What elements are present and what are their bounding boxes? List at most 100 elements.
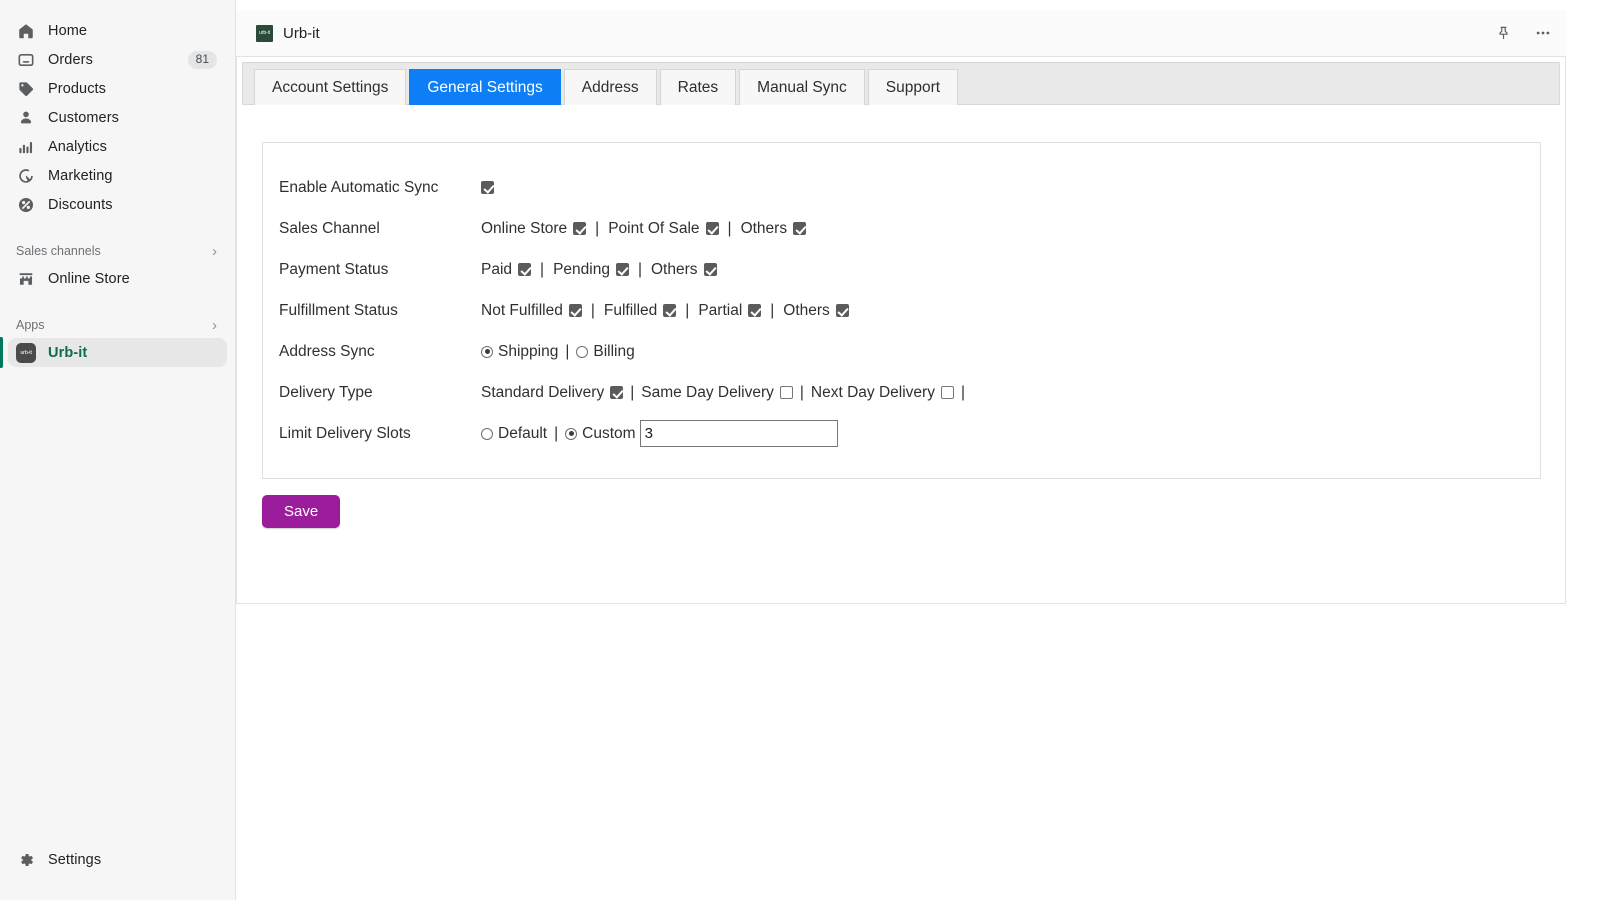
more-horizontal-icon[interactable] <box>1534 24 1552 42</box>
option-standard-delivery: Standard Delivery <box>481 384 623 402</box>
analytics-bars-icon <box>16 137 36 157</box>
field-label: Delivery Type <box>279 384 481 402</box>
address-sync-shipping-radio[interactable] <box>481 346 493 358</box>
orders-icon <box>16 50 36 70</box>
option-fulfilled: Fulfilled <box>604 302 676 320</box>
option-label: Fulfilled <box>604 302 657 320</box>
gear-icon <box>16 850 36 870</box>
sidebar-section-label: Sales channels <box>16 244 101 258</box>
home-icon <box>16 21 36 41</box>
nav-spacer <box>0 219 235 238</box>
save-button[interactable]: Save <box>262 495 340 528</box>
payment-status-pending-checkbox[interactable] <box>616 263 629 276</box>
option-others: Others <box>783 302 849 320</box>
separator: | <box>630 384 634 402</box>
fulfillment-others-checkbox[interactable] <box>836 304 849 317</box>
sidebar-item-label: Urb-it <box>48 345 87 361</box>
app-root: Home Orders 81 Products Customers <box>0 0 1600 900</box>
sidebar-item-label: Customers <box>48 110 119 126</box>
limit-slots-default-radio[interactable] <box>481 428 493 440</box>
tab-rates[interactable]: Rates <box>660 69 737 105</box>
field-label: Address Sync <box>279 343 481 361</box>
enable-automatic-sync-checkbox[interactable] <box>481 181 494 194</box>
field-control: Not Fulfilled | Fulfilled | Partial <box>481 302 849 320</box>
sidebar-item-customers[interactable]: Customers <box>8 103 227 132</box>
sales-channel-online-store-checkbox[interactable] <box>573 222 586 235</box>
option-label: Standard Delivery <box>481 384 604 402</box>
payment-status-others-checkbox[interactable] <box>704 263 717 276</box>
sidebar-item-marketing[interactable]: Marketing <box>8 161 227 190</box>
sales-channel-point-of-sale-checkbox[interactable] <box>706 222 719 235</box>
option-label: Billing <box>593 343 634 361</box>
option-label: Others <box>741 220 788 238</box>
option-label: Point Of Sale <box>608 220 699 238</box>
pin-icon[interactable] <box>1495 25 1512 42</box>
save-button-wrap: Save <box>237 479 1565 528</box>
option-label: Online Store <box>481 220 567 238</box>
sidebar-item-label: Analytics <box>48 139 107 155</box>
sidebar-item-analytics[interactable]: Analytics <box>8 132 227 161</box>
sidebar-item-discounts[interactable]: Discounts <box>8 190 227 219</box>
urb-it-tile-label: urb-it <box>16 343 36 363</box>
fulfillment-not-fulfilled-checkbox[interactable] <box>569 304 582 317</box>
option-label: Others <box>783 302 830 320</box>
sidebar-section-apps[interactable]: Apps › <box>8 312 227 338</box>
row-sales-channel: Sales Channel Online Store | Point Of Sa… <box>263 208 1540 249</box>
main-content: urb-it Urb-it Account Settings General S… <box>236 0 1600 900</box>
separator: | <box>565 343 569 361</box>
option-partial: Partial <box>698 302 761 320</box>
option-billing: Billing <box>576 343 634 361</box>
fulfillment-partial-checkbox[interactable] <box>748 304 761 317</box>
sidebar-item-label: Online Store <box>48 271 130 287</box>
settings-tabbar: Account Settings General Settings Addres… <box>242 62 1560 105</box>
limit-delivery-slots-input[interactable] <box>640 420 838 447</box>
tab-address[interactable]: Address <box>564 69 657 105</box>
chevron-right-icon[interactable]: › <box>212 318 217 333</box>
sidebar-section-label: Apps <box>16 318 45 332</box>
sidebar-item-products[interactable]: Products <box>8 74 227 103</box>
tab-general-settings[interactable]: General Settings <box>409 69 560 105</box>
option-label: Not Fulfilled <box>481 302 563 320</box>
delivery-type-next-day-checkbox[interactable] <box>941 386 954 399</box>
tab-account-settings[interactable]: Account Settings <box>254 69 406 105</box>
option-label: Others <box>651 261 698 279</box>
option-same-day-delivery: Same Day Delivery <box>641 384 793 402</box>
option-custom: Custom <box>565 425 635 443</box>
sidebar-item-orders[interactable]: Orders 81 <box>8 45 227 74</box>
option-next-day-delivery: Next Day Delivery <box>811 384 954 402</box>
row-delivery-type: Delivery Type Standard Delivery | Same D… <box>263 372 1540 413</box>
chevron-right-icon[interactable]: › <box>212 244 217 259</box>
general-settings-card: Enable Automatic Sync Sales Channel Onli… <box>262 142 1541 479</box>
sidebar-primary-nav: Home Orders 81 Products Customers <box>0 0 235 367</box>
option-point-of-sale: Point Of Sale <box>608 220 718 238</box>
sales-channel-others-checkbox[interactable] <box>793 222 806 235</box>
delivery-type-standard-checkbox[interactable] <box>610 386 623 399</box>
marketing-target-icon <box>16 166 36 186</box>
tab-manual-sync[interactable]: Manual Sync <box>739 69 865 105</box>
separator: | <box>554 425 558 443</box>
page-title: Urb-it <box>283 25 320 42</box>
sidebar-item-home[interactable]: Home <box>8 16 227 45</box>
app-topbar: urb-it Urb-it <box>236 10 1566 56</box>
app-embed-panel: Account Settings General Settings Addres… <box>236 56 1566 604</box>
address-sync-billing-radio[interactable] <box>576 346 588 358</box>
sidebar-item-online-store[interactable]: Online Store <box>8 264 227 293</box>
separator: | <box>800 384 804 402</box>
tab-support[interactable]: Support <box>868 69 958 105</box>
payment-status-paid-checkbox[interactable] <box>518 263 531 276</box>
row-fulfillment-status: Fulfillment Status Not Fulfilled | Fulfi… <box>263 290 1540 331</box>
sidebar-item-urb-it[interactable]: urb-it Urb-it <box>8 338 227 367</box>
option-label: Default <box>498 425 547 443</box>
delivery-type-same-day-checkbox[interactable] <box>780 386 793 399</box>
option-label: Same Day Delivery <box>641 384 774 402</box>
nav-spacer <box>0 293 235 312</box>
storefront-icon <box>16 269 36 289</box>
limit-slots-custom-radio[interactable] <box>565 428 577 440</box>
row-payment-status: Payment Status Paid | Pending | <box>263 249 1540 290</box>
fulfillment-fulfilled-checkbox[interactable] <box>663 304 676 317</box>
sidebar-section-sales-channels[interactable]: Sales channels › <box>8 238 227 264</box>
sidebar-item-settings[interactable]: Settings <box>8 845 227 874</box>
option-others: Others <box>741 220 807 238</box>
option-pending: Pending <box>553 261 629 279</box>
topbar-actions <box>1495 24 1552 42</box>
